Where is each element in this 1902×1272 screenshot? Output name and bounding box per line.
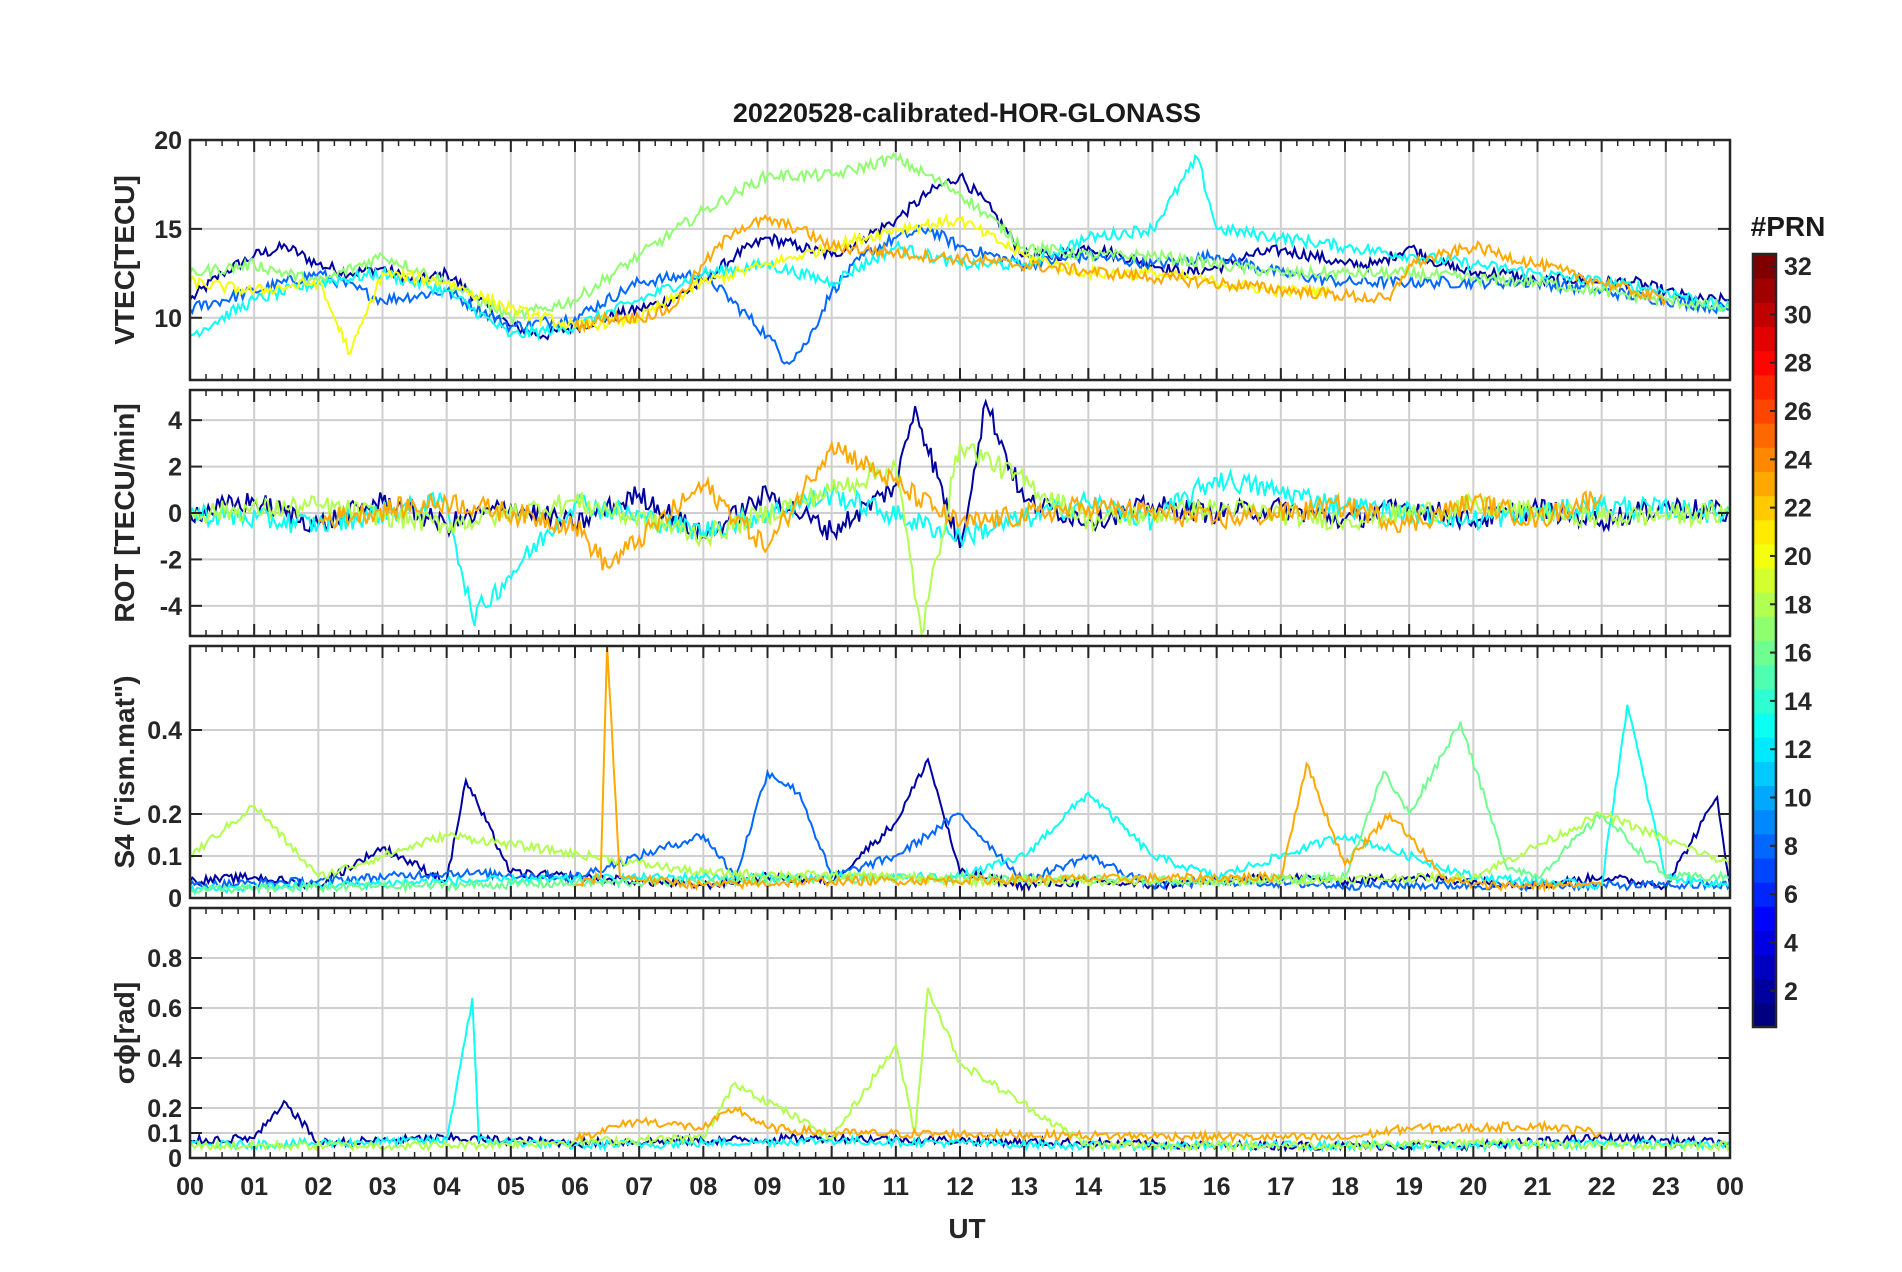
x-tick-label: 15 xyxy=(1139,1173,1167,1201)
x-tick-label: 02 xyxy=(304,1173,332,1201)
colorbar-level xyxy=(1753,326,1776,352)
colorbar-tick-label: 8 xyxy=(1784,833,1798,861)
y-tick-label: 0.1 xyxy=(147,843,182,871)
colorbar-tick-label: 12 xyxy=(1784,736,1812,764)
y-tick-label: 10 xyxy=(154,305,182,333)
colorbar-level xyxy=(1753,568,1776,593)
y-tick-label: 0.1 xyxy=(147,1120,182,1148)
colorbar-level xyxy=(1753,954,1776,980)
chart-title: 20220528-calibrated-HOR-GLONASS xyxy=(733,98,1201,128)
y-tick-label: 0.2 xyxy=(147,801,182,829)
panel-2: -4 -2 0 2 4 ROT [TECU/min] xyxy=(109,388,1732,638)
y-tick-label: 20 xyxy=(154,127,182,155)
panels: 101520VTEC[TECU]-4-2024ROT [TECU/min]00.… xyxy=(109,127,1744,1201)
x-axis-label: UT xyxy=(948,1213,985,1244)
colorbar-level xyxy=(1753,278,1776,303)
x-tick-label: 19 xyxy=(1395,1173,1423,1201)
y-tick-label: 0.2 xyxy=(147,1095,182,1123)
colorbar-level xyxy=(1753,1002,1776,1028)
y-tick-label: 2 xyxy=(168,454,182,482)
colorbar-level xyxy=(1753,809,1776,835)
x-tick-label: 16 xyxy=(1203,1173,1231,1201)
colorbar-level xyxy=(1753,857,1776,883)
colorbar-level xyxy=(1753,761,1776,787)
y-axis-label: VTEC[TECU] xyxy=(109,175,140,345)
colorbar-tick-label: 14 xyxy=(1784,688,1812,716)
x-tick-label: 10 xyxy=(818,1173,846,1201)
x-tick-label: 12 xyxy=(946,1173,974,1201)
x-tick-label: 03 xyxy=(369,1173,397,1201)
x-tick-label: 04 xyxy=(433,1173,461,1201)
colorbar-level xyxy=(1753,374,1776,400)
x-tick-label: 08 xyxy=(689,1173,717,1201)
colorbar-title: #PRN xyxy=(1751,211,1826,242)
colorbar-level xyxy=(1753,423,1776,448)
colorbar-level xyxy=(1753,906,1776,931)
colorbar-tick-label: 18 xyxy=(1784,591,1812,619)
x-tick-label: 07 xyxy=(625,1173,653,1201)
y-tick-label: 0.8 xyxy=(147,945,182,973)
colorbar-tick-label: 30 xyxy=(1784,301,1812,329)
panel-1: 10 15 20 VTEC[TECU] xyxy=(109,127,1732,382)
grid xyxy=(190,646,1730,898)
y-axis-label: S4 ("ism.mat") xyxy=(109,675,140,868)
x-tick-label: 17 xyxy=(1267,1173,1295,1201)
colorbar-level xyxy=(1753,471,1776,497)
x-tick-label: 05 xyxy=(497,1173,525,1201)
colorbar-level xyxy=(1753,616,1776,642)
colorbar-tick-label: 28 xyxy=(1784,350,1812,378)
x-tick-label: 20 xyxy=(1459,1173,1487,1201)
series-prn-23 xyxy=(574,213,1667,334)
panel-3: 0 0.1 0.2 0.4S4 ("ism.mat") xyxy=(109,644,1732,913)
y-tick-label: 0.4 xyxy=(147,1045,182,1073)
x-tick-label: 00 xyxy=(1716,1173,1744,1201)
x-tick-label: 18 xyxy=(1331,1173,1359,1201)
colorbar-tick-label: 26 xyxy=(1784,398,1812,426)
x-tick-label: 01 xyxy=(240,1173,268,1201)
colorbar-tick-label: 6 xyxy=(1784,881,1798,909)
x-tick-labels: 00 01 02 03 04 05 06 07 08 09 10 11 12 13 14 15 16 17 18 19… xyxy=(176,1173,1744,1201)
colorbar-level xyxy=(1753,712,1776,738)
grid xyxy=(190,908,1730,1158)
x-tick-label: 21 xyxy=(1524,1173,1552,1201)
colorbar-tick-label: 22 xyxy=(1784,495,1812,523)
colorbar-tick-label: 10 xyxy=(1784,785,1812,813)
x-tick-label: 06 xyxy=(561,1173,589,1201)
panel-4: 00.10.2 0.4 0.6 0.8σϕ[rad] xyxy=(109,906,1732,1173)
y-tick-label: -4 xyxy=(160,593,182,621)
y-axis-label: σϕ[rad] xyxy=(109,982,140,1084)
colorbar-level xyxy=(1753,519,1776,545)
figure: 20220528-calibrated-HOR-GLONASS 101520VT… xyxy=(109,98,1826,1244)
x-tick-label: 22 xyxy=(1588,1173,1616,1201)
colorbar-tick-label: 4 xyxy=(1784,929,1798,957)
y-tick-label: 0 xyxy=(168,500,182,528)
x-tick-label: 23 xyxy=(1652,1173,1680,1201)
x-tick-label: 09 xyxy=(754,1173,782,1201)
x-tick-label: 11 xyxy=(883,1173,910,1201)
y-tick-label: 15 xyxy=(154,216,182,244)
y-tick-label: 0 xyxy=(168,885,182,913)
y-tick-label: 0.4 xyxy=(147,717,182,745)
y-tick-label: 0.6 xyxy=(147,995,182,1023)
y-tick-label: 0 xyxy=(168,1145,182,1173)
y-axis-label: ROT [TECU/min] xyxy=(109,403,140,622)
x-tick-label: 14 xyxy=(1074,1173,1102,1201)
colorbar: 2468101214161820222426283032#PRN xyxy=(1751,211,1826,1029)
x-tick-label: 13 xyxy=(1010,1173,1038,1201)
y-tick-label: 4 xyxy=(168,407,182,435)
x-tick-label: 00 xyxy=(176,1173,204,1201)
colorbar-level xyxy=(1753,664,1776,690)
y-tick-label: -2 xyxy=(160,546,182,574)
colorbar-tick-label: 20 xyxy=(1784,543,1812,571)
colorbar-tick-label: 32 xyxy=(1784,253,1812,281)
colorbar-tick-label: 2 xyxy=(1784,978,1798,1006)
colorbar-tick-label: 24 xyxy=(1784,446,1812,474)
colorbar-tick-label: 16 xyxy=(1784,640,1812,668)
